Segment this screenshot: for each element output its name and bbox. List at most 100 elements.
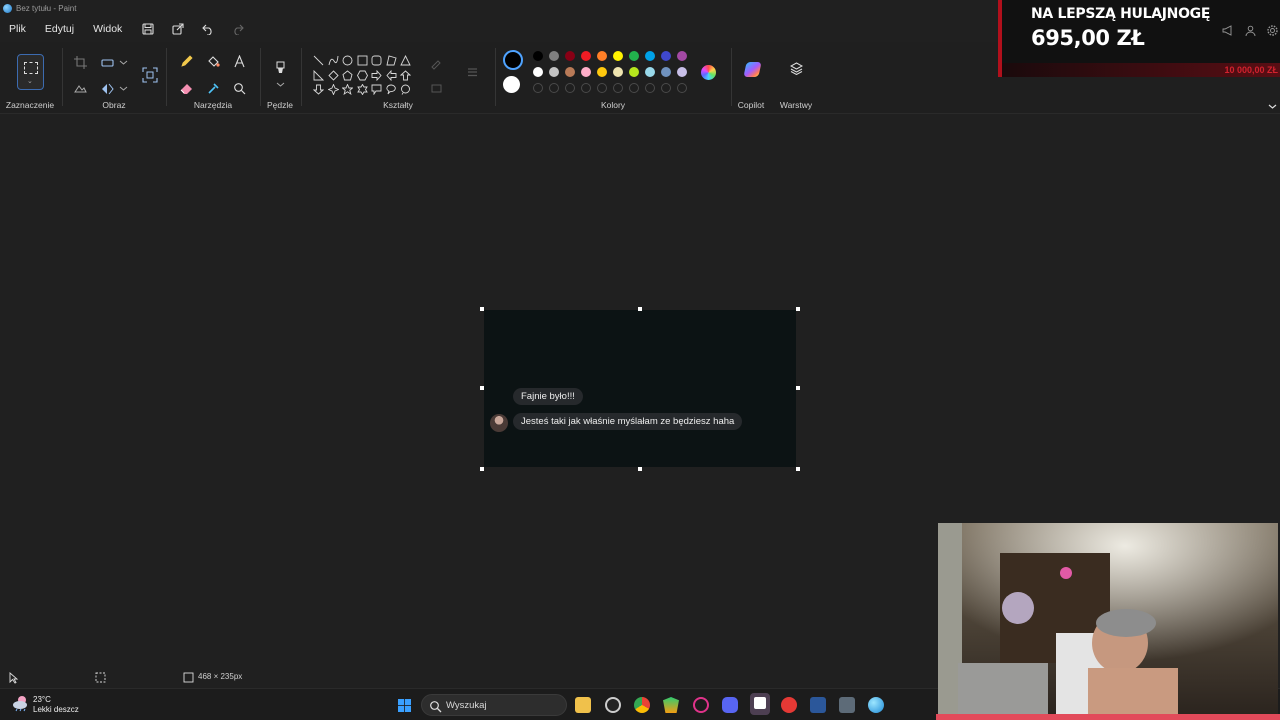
six-point-star-shape-icon[interactable]: [356, 82, 368, 96]
taskbar-search[interactable]: Wyszukaj: [421, 694, 567, 716]
opera-icon[interactable]: [693, 697, 709, 713]
resize-handle[interactable]: [480, 467, 484, 471]
secondary-color[interactable]: [503, 76, 520, 93]
undo-icon[interactable]: [201, 22, 215, 36]
layers-icon[interactable]: [788, 60, 804, 76]
custom-color-slot[interactable]: [629, 83, 639, 93]
callout-oval-shape-icon[interactable]: [385, 82, 397, 95]
resize-icon[interactable]: [99, 54, 115, 70]
color-swatch[interactable]: [597, 67, 607, 77]
color-swatch[interactable]: [549, 67, 559, 77]
rounded-rectangle-shape-icon[interactable]: [371, 53, 382, 66]
app-red-icon[interactable]: [781, 697, 797, 713]
word-icon[interactable]: [810, 697, 826, 713]
right-arrow-shape-icon[interactable]: [371, 68, 382, 81]
up-arrow-shape-icon[interactable]: [399, 68, 412, 80]
rectangle-shape-icon[interactable]: [357, 53, 368, 66]
crop-icon[interactable]: [72, 54, 88, 70]
calculator-icon[interactable]: [839, 697, 855, 713]
windows-start-icon[interactable]: [396, 697, 412, 713]
color-swatch[interactable]: [677, 51, 687, 61]
custom-color-slot[interactable]: [677, 83, 687, 93]
fill-icon[interactable]: [205, 53, 221, 69]
flip-icon[interactable]: [99, 80, 115, 96]
pencil-icon[interactable]: [178, 53, 194, 69]
resize-handle[interactable]: [638, 307, 642, 311]
triangle-shape-icon[interactable]: [400, 53, 411, 66]
menu-file[interactable]: Plik: [9, 23, 26, 35]
callout-cloud-shape-icon[interactable]: [400, 82, 411, 95]
color-swatch[interactable]: [565, 67, 575, 77]
color-swatch[interactable]: [613, 67, 623, 77]
resize-handle[interactable]: [480, 386, 484, 390]
pentagon-shape-icon[interactable]: [342, 68, 353, 80]
share-icon[interactable]: [171, 22, 185, 36]
ribbon-collapse-icon[interactable]: [1264, 98, 1280, 114]
resize-handle[interactable]: [796, 307, 800, 311]
line-shape-icon[interactable]: [313, 53, 324, 66]
copilot-icon[interactable]: [742, 60, 762, 78]
custom-color-slot[interactable]: [645, 83, 655, 93]
color-swatch[interactable]: [645, 51, 655, 61]
paint-alt-icon[interactable]: [868, 697, 884, 713]
weather-icon[interactable]: [12, 694, 30, 712]
primary-color[interactable]: [503, 50, 523, 70]
color-swatch[interactable]: [645, 67, 655, 77]
color-wheel-icon[interactable]: [699, 63, 717, 81]
hexagon-shape-icon[interactable]: [356, 68, 368, 80]
color-swatch[interactable]: [581, 51, 591, 61]
oval-shape-icon[interactable]: [342, 53, 353, 66]
magnifier-icon[interactable]: [231, 80, 247, 96]
left-arrow-shape-icon[interactable]: [385, 68, 397, 81]
outline-icon[interactable]: [428, 55, 444, 71]
callout-rectangle-shape-icon[interactable]: [371, 82, 382, 96]
color-swatch[interactable]: [533, 51, 543, 61]
chevron-down-icon[interactable]: [115, 54, 131, 70]
save-icon[interactable]: [141, 22, 155, 36]
image-select-icon[interactable]: [72, 80, 88, 96]
custom-color-slot[interactable]: [661, 83, 671, 93]
color-swatch[interactable]: [549, 51, 559, 61]
custom-color-slot[interactable]: [581, 83, 591, 93]
diamond-shape-icon[interactable]: [327, 68, 339, 81]
selection-button[interactable]: ⌄: [17, 54, 44, 90]
color-swatch[interactable]: [629, 67, 639, 77]
text-icon[interactable]: [231, 53, 247, 69]
color-swatch[interactable]: [533, 67, 543, 77]
resize-handle[interactable]: [796, 386, 800, 390]
chrome-icon[interactable]: [634, 697, 650, 713]
brush-icon[interactable]: [272, 59, 288, 75]
five-point-star-shape-icon[interactable]: [341, 82, 354, 96]
curve-shape-icon[interactable]: [328, 53, 339, 66]
resize-handle[interactable]: [638, 467, 642, 471]
image-properties-icon[interactable]: [140, 65, 160, 85]
custom-color-slot[interactable]: [565, 83, 575, 93]
color-swatch[interactable]: [629, 51, 639, 61]
size-icon[interactable]: [464, 64, 480, 80]
obs-icon[interactable]: [605, 697, 621, 713]
color-swatch[interactable]: [661, 67, 671, 77]
color-swatch[interactable]: [565, 51, 575, 61]
color-swatch[interactable]: [677, 67, 687, 77]
down-arrow-shape-icon[interactable]: [312, 82, 325, 95]
color-swatch[interactable]: [613, 51, 623, 61]
right-triangle-shape-icon[interactable]: [313, 68, 325, 80]
redo-icon[interactable]: [231, 22, 245, 36]
paint-taskbar-button[interactable]: [750, 693, 770, 715]
fill-shape-icon[interactable]: [428, 80, 444, 96]
custom-color-slot[interactable]: [597, 83, 607, 93]
polygon-shape-icon[interactable]: [385, 53, 397, 66]
chevron-down-icon[interactable]: [115, 80, 131, 96]
custom-color-slot[interactable]: [613, 83, 623, 93]
file-explorer-icon[interactable]: [575, 697, 591, 713]
custom-color-slot[interactable]: [533, 83, 543, 93]
chevron-down-icon[interactable]: [272, 76, 288, 92]
menu-view[interactable]: Widok: [93, 23, 122, 35]
color-picker-icon[interactable]: [205, 80, 221, 96]
resize-handle[interactable]: [796, 467, 800, 471]
resize-handle[interactable]: [480, 307, 484, 311]
custom-color-slot[interactable]: [549, 83, 559, 93]
menu-edit[interactable]: Edytuj: [45, 23, 74, 35]
eraser-icon[interactable]: [178, 80, 194, 96]
discord-icon[interactable]: [722, 697, 738, 713]
